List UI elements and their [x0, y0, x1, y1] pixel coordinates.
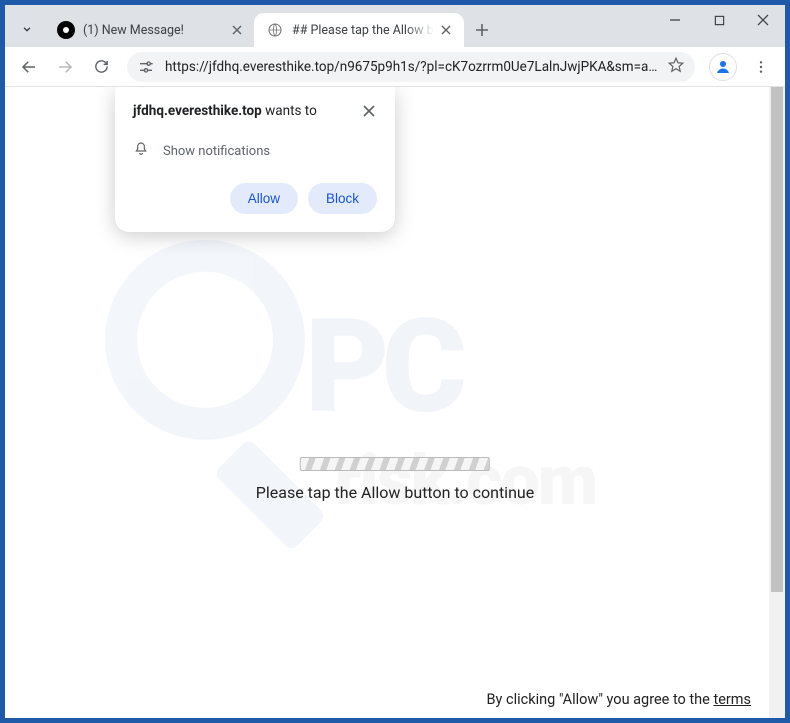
chevron-down-icon	[20, 22, 34, 36]
footer-prefix: By clicking "Allow" you agree to the	[487, 691, 714, 708]
page-content: PC risk.com jfdhq.everesthike.top wants …	[5, 87, 785, 718]
bookmark-button[interactable]	[667, 56, 685, 78]
close-icon	[757, 14, 769, 26]
prompt-header: jfdhq.everesthike.top wants to	[133, 103, 377, 123]
toolbar: https://jfdhq.everesthike.top/n9675p9h1s…	[5, 47, 785, 87]
url-text: https://jfdhq.everesthike.top/n9675p9h1s…	[165, 59, 659, 75]
omnibox[interactable]: https://jfdhq.everesthike.top/n9675p9h1s…	[127, 52, 695, 82]
tab-active[interactable]: ## Please tap the Allow button	[254, 13, 464, 47]
scrollbar-track[interactable]	[769, 87, 785, 718]
browser-window: (1) New Message! ## Please tap the Allow…	[4, 4, 786, 719]
allow-button[interactable]: Allow	[230, 183, 298, 214]
maximize-button[interactable]	[697, 5, 741, 35]
user-icon	[714, 58, 732, 76]
close-icon	[232, 25, 242, 35]
tab-close-button[interactable]	[438, 22, 454, 38]
tab-favicon	[266, 21, 284, 39]
close-window-button[interactable]	[741, 5, 785, 35]
prompt-permission-label: Show notifications	[163, 144, 270, 159]
footer-disclaimer: By clicking "Allow" you agree to the ter…	[487, 691, 752, 708]
background-watermark: PC risk.com	[75, 239, 715, 579]
page-message: Please tap the Allow button to continue	[256, 483, 534, 502]
scrollbar-thumb[interactable]	[771, 87, 783, 592]
prompt-wants-to: wants to	[265, 103, 317, 119]
close-icon	[363, 105, 375, 117]
tab-favicon	[57, 21, 75, 39]
prompt-actions: Allow Block	[133, 183, 377, 214]
arrow-right-icon	[56, 58, 74, 76]
tune-icon	[138, 59, 154, 75]
tab-title: ## Please tap the Allow button	[292, 23, 434, 38]
block-button[interactable]: Block	[308, 183, 377, 214]
back-button[interactable]	[13, 51, 45, 83]
prompt-body: Show notifications	[133, 141, 377, 161]
star-icon	[667, 56, 685, 74]
message-dot-icon	[61, 25, 71, 35]
reload-icon	[93, 58, 110, 75]
arrow-left-icon	[20, 58, 38, 76]
close-icon	[441, 25, 451, 35]
notification-permission-prompt: jfdhq.everesthike.top wants to Show noti…	[115, 87, 395, 232]
site-tune-icon[interactable]	[137, 58, 155, 76]
maximize-icon	[714, 15, 725, 26]
globe-icon	[267, 22, 283, 38]
new-tab-button[interactable]	[469, 17, 495, 43]
terms-link[interactable]: terms	[713, 691, 751, 708]
reload-button[interactable]	[85, 51, 117, 83]
tab-title: (1) New Message!	[83, 23, 225, 38]
titlebar: (1) New Message! ## Please tap the Allow…	[5, 5, 785, 47]
profile-avatar[interactable]	[709, 53, 737, 81]
page-center: Please tap the Allow button to continue	[256, 457, 534, 502]
bell-icon	[133, 141, 149, 161]
minimize-button[interactable]	[653, 5, 697, 35]
tab-inactive[interactable]: (1) New Message!	[45, 13, 255, 47]
plus-icon	[475, 23, 489, 37]
forward-button[interactable]	[49, 51, 81, 83]
loading-bar	[300, 457, 490, 471]
window-controls	[653, 5, 785, 35]
tab-close-button[interactable]	[229, 22, 245, 38]
tab-search-button[interactable]	[13, 15, 41, 43]
minimize-icon	[669, 14, 681, 26]
prompt-origin-text: jfdhq.everesthike.top wants to	[133, 103, 317, 119]
prompt-close-button[interactable]	[361, 103, 377, 123]
prompt-domain: jfdhq.everesthike.top	[133, 103, 262, 119]
kebab-icon	[753, 59, 769, 75]
browser-menu-button[interactable]	[745, 51, 777, 83]
